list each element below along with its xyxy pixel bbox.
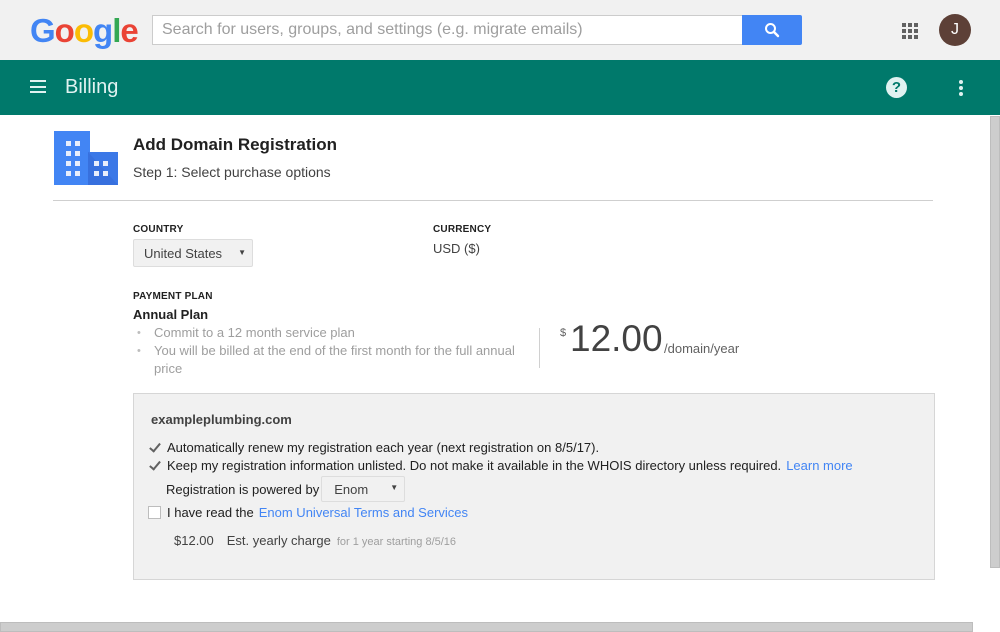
charge-label: Est. yearly charge [226,533,331,548]
page-title: Add Domain Registration [133,135,338,154]
terms-row: I have read the Enom Universal Terms and… [148,505,468,520]
horizontal-scrollbar[interactable] [0,622,973,632]
app-bar-title: Billing [65,76,119,98]
google-logo[interactable]: Google [30,12,139,50]
learn-more-link[interactable]: Learn more [786,458,852,473]
price-unit: /domain/year [664,341,740,356]
plan-bullet: You will be billed at the end of the fir… [137,342,527,378]
charge-note: for 1 year starting 8/5/16 [336,536,457,548]
search-input[interactable] [153,16,742,44]
terms-checkbox[interactable] [148,506,161,519]
currency-value: USD ($) [433,241,480,256]
search-icon [765,23,780,38]
domain-options-panel: exampleplumbing.com Automatically renew … [133,393,935,580]
unlisted-label: Keep my registration information unliste… [167,458,782,473]
price-currency-symbol: $ [560,327,567,339]
registrar-row: Registration is powered by Enom ▼ [166,476,406,502]
registrar-selected-value: Enom [334,482,369,497]
plan-details: Commit to a 12 month service plan You wi… [137,324,527,378]
vertical-scrollbar[interactable] [990,116,1000,568]
logo-letter: l [112,12,121,49]
avatar[interactable]: J [939,14,971,46]
logo-letter: g [93,12,113,49]
price-divider [539,328,540,368]
help-icon[interactable]: ? [886,77,907,98]
top-bar: Google J [0,0,1000,60]
logo-letter: G [30,12,56,49]
terms-link[interactable]: Enom Universal Terms and Services [259,505,468,520]
auto-renew-row: Automatically renew my registration each… [148,440,599,455]
logo-letter: o [73,12,94,49]
registrar-select[interactable]: Enom ▼ [321,476,406,502]
logo-letter: o [54,12,75,49]
menu-icon[interactable] [30,80,46,93]
auto-renew-checkbox[interactable] [148,441,161,454]
domain-name: exampleplumbing.com [151,412,292,427]
app-bar: Billing ? [0,60,1000,115]
terms-label: I have read the [167,505,254,520]
search-button[interactable] [742,15,802,45]
charge-summary: $12.00 Est. yearly charge for 1 year sta… [174,533,456,548]
header-divider [53,200,933,201]
currency-label: CURRENCY [433,224,492,235]
apps-grid-icon[interactable] [902,23,918,39]
more-options-icon[interactable] [958,80,964,96]
dropdown-arrow-icon: ▼ [238,248,246,257]
country-select[interactable]: United States ▼ [133,239,253,267]
plan-name: Annual Plan [133,307,209,322]
dropdown-arrow-icon: ▼ [390,483,399,492]
building-icon [54,131,118,185]
country-label: COUNTRY [133,224,184,235]
charge-amount: $12.00 [174,533,214,548]
page-subtitle: Step 1: Select purchase options [133,164,331,180]
plan-bullet: Commit to a 12 month service plan [137,324,527,342]
payment-plan-label: PAYMENT PLAN [133,291,213,302]
logo-letter: e [120,12,138,49]
auto-renew-label: Automatically renew my registration each… [167,440,600,455]
price-amount: 12.00 [570,318,663,359]
search-box [152,15,742,45]
unlisted-row: Keep my registration information unliste… [148,458,853,473]
powered-by-label: Registration is powered by [166,481,320,497]
unlisted-checkbox[interactable] [148,459,161,472]
country-selected-value: United States [144,246,223,261]
